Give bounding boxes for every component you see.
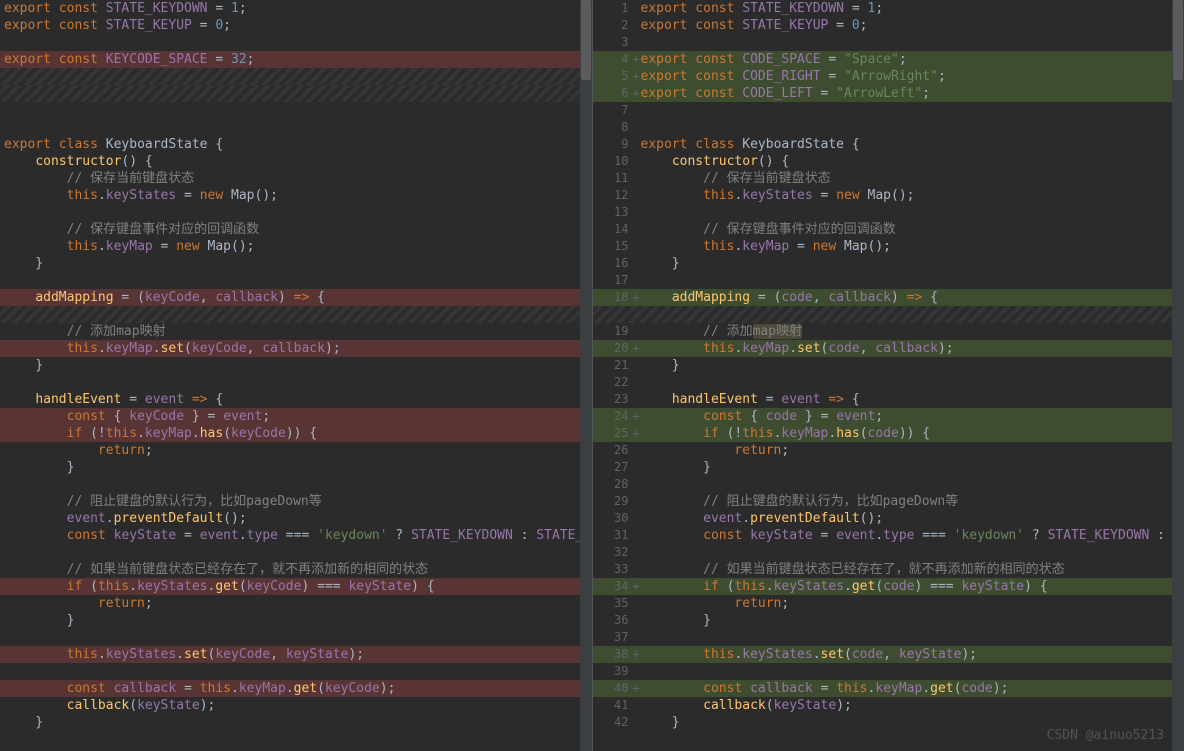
code-line[interactable]: handleEvent = event => {	[0, 391, 592, 408]
code-line[interactable]: 35 return;	[593, 595, 1184, 612]
code-line[interactable]: }	[0, 357, 592, 374]
code-line[interactable]	[0, 68, 592, 85]
watermark: CSDN @ainuo5213	[1047, 728, 1164, 743]
code-line[interactable]: return;	[0, 595, 592, 612]
diff-pane-right[interactable]: 1export const STATE_KEYDOWN = 1;2export …	[593, 0, 1184, 751]
code-left[interactable]: export const STATE_KEYDOWN = 1;export co…	[0, 0, 592, 731]
code-line[interactable]: 4export const CODE_SPACE = "Space";	[593, 51, 1184, 68]
scrollbar-thumb[interactable]	[581, 0, 591, 80]
code-line[interactable]: 17	[593, 272, 1184, 289]
code-line[interactable]: export const STATE_KEYUP = 0;	[0, 17, 592, 34]
code-line[interactable]	[0, 272, 592, 289]
code-line[interactable]: // 保存键盘事件对应的回调函数	[0, 221, 592, 238]
code-line[interactable]: const keyState = event.type === 'keydown…	[0, 527, 592, 544]
code-line[interactable]: if (!this.keyMap.has(keyCode)) {	[0, 425, 592, 442]
code-line[interactable]: // 保存当前键盘状态	[0, 170, 592, 187]
scrollbar-thumb[interactable]	[1173, 0, 1183, 80]
code-line[interactable]: 11 // 保存当前键盘状态	[593, 170, 1184, 187]
code-line[interactable]: 6export const CODE_LEFT = "ArrowLeft";	[593, 85, 1184, 102]
code-line[interactable]: 28	[593, 476, 1184, 493]
code-line[interactable]: 5export const CODE_RIGHT = "ArrowRight";	[593, 68, 1184, 85]
code-line[interactable]	[0, 85, 592, 102]
code-line[interactable]: 24 const { code } = event;	[593, 408, 1184, 425]
code-line[interactable]: this.keyStates.set(keyCode, keyState);	[0, 646, 592, 663]
code-line[interactable]: this.keyMap.set(keyCode, callback);	[0, 340, 592, 357]
code-line[interactable]: this.keyMap = new Map();	[0, 238, 592, 255]
code-line[interactable]	[0, 119, 592, 136]
code-line[interactable]: 7	[593, 102, 1184, 119]
code-line[interactable]: }	[0, 612, 592, 629]
code-line[interactable]: 39	[593, 663, 1184, 680]
code-line[interactable]: 27 }	[593, 459, 1184, 476]
diff-viewer: export const STATE_KEYDOWN = 1;export co…	[0, 0, 1184, 751]
code-line[interactable]: 33 // 如果当前键盘状态已经存在了，就不再添加新的相同的状态	[593, 561, 1184, 578]
code-line[interactable]: 36 }	[593, 612, 1184, 629]
code-line[interactable]	[0, 663, 592, 680]
code-line[interactable]: 8	[593, 119, 1184, 136]
code-line[interactable]: 38 this.keyStates.set(code, keyState);	[593, 646, 1184, 663]
code-line[interactable]: 22	[593, 374, 1184, 391]
code-line[interactable]: if (this.keyStates.get(keyCode) === keyS…	[0, 578, 592, 595]
code-line[interactable]: }	[0, 459, 592, 476]
code-line[interactable]: constructor() {	[0, 153, 592, 170]
code-line[interactable]: export const STATE_KEYDOWN = 1;	[0, 0, 592, 17]
code-line[interactable]: 9export class KeyboardState {	[593, 136, 1184, 153]
code-line[interactable]: 1export const STATE_KEYDOWN = 1;	[593, 0, 1184, 17]
diff-pane-left[interactable]: export const STATE_KEYDOWN = 1;export co…	[0, 0, 593, 751]
code-line[interactable]: 2export const STATE_KEYUP = 0;	[593, 17, 1184, 34]
code-line[interactable]: // 如果当前键盘状态已经存在了，就不再添加新的相同的状态	[0, 561, 592, 578]
code-line[interactable]: 12 this.keyStates = new Map();	[593, 187, 1184, 204]
code-line[interactable]	[0, 34, 592, 51]
code-line[interactable]: 29 // 阻止键盘的默认行为，比如pageDown等	[593, 493, 1184, 510]
code-line[interactable]: const callback = this.keyMap.get(keyCode…	[0, 680, 592, 697]
code-line[interactable]: 32	[593, 544, 1184, 561]
code-line[interactable]: 31 const keyState = event.type === 'keyd…	[593, 527, 1184, 544]
code-line[interactable]: 3	[593, 34, 1184, 51]
code-line[interactable]	[0, 204, 592, 221]
code-line[interactable]	[0, 102, 592, 119]
code-line[interactable]: export const KEYCODE_SPACE = 32;	[0, 51, 592, 68]
code-line[interactable]: 23 handleEvent = event => {	[593, 391, 1184, 408]
code-line[interactable]: this.keyStates = new Map();	[0, 187, 592, 204]
code-line[interactable]	[0, 374, 592, 391]
code-line[interactable]: 10 constructor() {	[593, 153, 1184, 170]
code-line[interactable]: }	[0, 714, 592, 731]
code-line[interactable]: }	[0, 255, 592, 272]
code-right[interactable]: 1export const STATE_KEYDOWN = 1;2export …	[593, 0, 1184, 731]
code-line[interactable]	[0, 544, 592, 561]
code-line[interactable]: const { keyCode } = event;	[0, 408, 592, 425]
code-line[interactable]: 41 callback(keyState);	[593, 697, 1184, 714]
code-line[interactable]: return;	[0, 442, 592, 459]
code-line[interactable]: // 阻止键盘的默认行为，比如pageDown等	[0, 493, 592, 510]
code-line[interactable]: 34 if (this.keyStates.get(code) === keyS…	[593, 578, 1184, 595]
code-line[interactable]: // 添加map映射	[0, 323, 592, 340]
code-line[interactable]: addMapping = (keyCode, callback) => {	[0, 289, 592, 306]
code-line[interactable]	[0, 306, 592, 323]
code-line[interactable]: 18 addMapping = (code, callback) => {	[593, 289, 1184, 306]
code-line[interactable]: 19 // 添加map映射	[593, 323, 1184, 340]
scrollbar-left[interactable]	[580, 0, 592, 751]
code-line[interactable]: callback(keyState);	[0, 697, 592, 714]
code-line[interactable]: 14 // 保存键盘事件对应的回调函数	[593, 221, 1184, 238]
scrollbar-right[interactable]	[1172, 0, 1184, 751]
code-line[interactable]: 26 return;	[593, 442, 1184, 459]
code-line[interactable]	[0, 476, 592, 493]
code-line[interactable]: 16 }	[593, 255, 1184, 272]
code-line[interactable]: 30 event.preventDefault();	[593, 510, 1184, 527]
code-line[interactable]: 37	[593, 629, 1184, 646]
code-line[interactable]: 21 }	[593, 357, 1184, 374]
code-line[interactable]: 15 this.keyMap = new Map();	[593, 238, 1184, 255]
code-line[interactable]	[0, 629, 592, 646]
code-line[interactable]: 20 this.keyMap.set(code, callback);	[593, 340, 1184, 357]
code-line[interactable]: 40 const callback = this.keyMap.get(code…	[593, 680, 1184, 697]
code-line[interactable]: event.preventDefault();	[0, 510, 592, 527]
code-line[interactable]	[593, 306, 1184, 323]
code-line[interactable]: 13	[593, 204, 1184, 221]
code-line[interactable]: export class KeyboardState {	[0, 136, 592, 153]
code-line[interactable]: 25 if (!this.keyMap.has(code)) {	[593, 425, 1184, 442]
